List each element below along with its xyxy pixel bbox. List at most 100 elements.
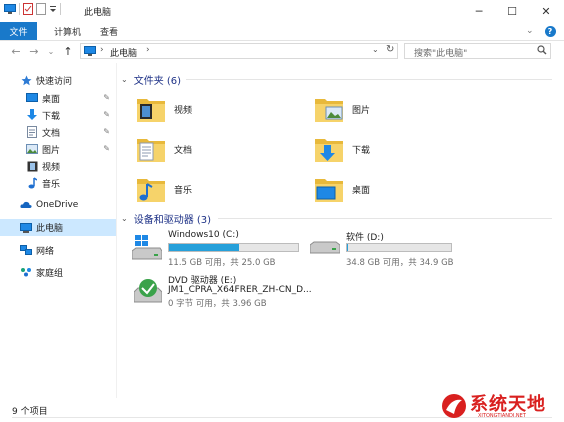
computer-icon xyxy=(84,46,96,56)
minimize-button[interactable]: ─ xyxy=(462,0,496,22)
folder-pictures[interactable]: 图片 xyxy=(314,93,464,125)
nav-label: OneDrive xyxy=(36,200,79,210)
folder-label: 图片 xyxy=(352,105,371,116)
nav-label: 文档 xyxy=(42,128,61,139)
star-icon xyxy=(20,74,32,86)
music-icon xyxy=(26,177,38,189)
windows-drive-icon xyxy=(132,235,162,261)
pin-icon[interactable]: ✎ xyxy=(103,144,110,153)
download-icon xyxy=(26,109,38,121)
maximize-button[interactable]: ☐ xyxy=(495,0,529,22)
properties-icon[interactable] xyxy=(23,3,33,15)
collapse-icon[interactable]: ⌄ xyxy=(121,214,128,223)
nav-label: 图片 xyxy=(42,145,61,156)
nav-item-desktop[interactable]: 桌面 ✎ xyxy=(0,90,116,106)
nav-label: 此电脑 xyxy=(36,224,64,234)
folder-downloads[interactable]: 下载 xyxy=(314,133,464,165)
nav-quick-access[interactable]: 快速访问 xyxy=(0,72,116,88)
divider xyxy=(60,3,61,15)
cloud-icon xyxy=(20,199,32,211)
drive-dvd[interactable]: DVD 驱动器 (E:) JM1_CPRA_X64FRER_ZH-CN_D...… xyxy=(130,272,330,312)
folder-videos[interactable]: 视频 xyxy=(136,93,286,125)
tab-file[interactable]: 文件 xyxy=(0,22,37,40)
drive-usage-fill xyxy=(169,244,239,251)
drive-usage-bar xyxy=(346,243,452,252)
tab-computer[interactable]: 计算机 xyxy=(54,22,81,40)
homegroup-icon xyxy=(20,266,32,278)
nav-homegroup[interactable]: 家庭组 xyxy=(0,264,116,280)
new-folder-icon[interactable] xyxy=(36,3,46,15)
nav-label: 视频 xyxy=(42,162,61,173)
document-icon xyxy=(26,126,38,138)
drive-free-space: 34.8 GB 可用，共 34.9 GB xyxy=(346,258,454,268)
forward-button[interactable]: → xyxy=(28,45,40,58)
video-folder-icon xyxy=(136,95,166,123)
pin-icon[interactable]: ✎ xyxy=(103,110,110,119)
recent-locations-button[interactable]: ⌄ xyxy=(45,45,57,57)
tab-view[interactable]: 查看 xyxy=(100,22,118,40)
hard-drive-icon xyxy=(310,241,340,255)
folder-music[interactable]: 音乐 xyxy=(136,173,286,205)
customize-qat-icon[interactable] xyxy=(49,4,57,14)
search-placeholder: 搜索"此电脑" xyxy=(414,49,468,59)
nav-label: 音乐 xyxy=(42,179,61,190)
folder-label: 文档 xyxy=(174,145,193,156)
divider xyxy=(19,3,20,15)
nav-onedrive[interactable]: OneDrive xyxy=(0,197,116,213)
nav-network[interactable]: 网络 xyxy=(0,242,116,258)
collapse-icon[interactable]: ⌄ xyxy=(121,75,128,84)
computer-icon xyxy=(4,4,16,14)
breadcrumb-separator-icon[interactable]: › xyxy=(100,45,104,55)
back-button[interactable]: ← xyxy=(10,45,22,58)
nav-this-pc[interactable]: 此电脑 xyxy=(0,219,116,236)
desktop-folder-icon xyxy=(314,175,344,203)
ribbon xyxy=(0,22,564,41)
close-button[interactable]: ✕ xyxy=(529,0,563,22)
drive-free-space: 0 字节 可用，共 3.96 GB xyxy=(168,299,267,309)
pin-icon[interactable]: ✎ xyxy=(103,127,110,136)
expand-ribbon-icon[interactable]: ⌄ xyxy=(526,22,534,40)
drive-c[interactable]: Windows10 (C:) 11.5 GB 可用，共 25.0 GB xyxy=(130,229,306,271)
nav-item-pictures[interactable]: 图片 ✎ xyxy=(0,141,116,157)
nav-label: 桌面 xyxy=(42,94,61,105)
up-button[interactable]: ↑ xyxy=(62,45,74,58)
nav-label: 家庭组 xyxy=(36,268,64,279)
nav-item-music[interactable]: 音乐 xyxy=(0,175,116,191)
search-icon[interactable] xyxy=(537,45,547,55)
drive-d[interactable]: 软件 (D:) 34.8 GB 可用，共 34.9 GB xyxy=(308,229,468,271)
nav-label: 下载 xyxy=(42,111,61,122)
group-title: 设备和驱动器 (3) xyxy=(133,215,212,226)
refresh-icon[interactable]: ↻ xyxy=(386,44,394,55)
nav-item-videos[interactable]: 视频 xyxy=(0,158,116,174)
drive-volume-label: JM1_CPRA_X64FRER_ZH-CN_D... xyxy=(168,285,312,295)
pictures-folder-icon xyxy=(314,95,344,123)
folder-label: 视频 xyxy=(174,105,193,116)
window-title: 此电脑 xyxy=(84,8,112,18)
group-divider xyxy=(186,79,552,80)
nav-label: 快速访问 xyxy=(36,76,73,87)
breadcrumb-separator-icon[interactable]: › xyxy=(146,45,150,55)
group-header-devices[interactable]: ⌄ 设备和驱动器 (3) xyxy=(121,211,211,226)
drive-name: Windows10 (C:) xyxy=(168,230,239,240)
dvd-drive-icon xyxy=(134,278,162,304)
nav-item-downloads[interactable]: 下载 ✎ xyxy=(0,107,116,123)
address-history-icon[interactable]: ⌄ xyxy=(372,45,379,54)
pictures-icon xyxy=(26,143,38,155)
breadcrumb-this-pc[interactable]: 此电脑 xyxy=(110,46,137,59)
pane-divider[interactable] xyxy=(116,63,117,398)
folder-desktop[interactable]: 桌面 xyxy=(314,173,464,205)
folder-label: 下载 xyxy=(352,145,371,156)
help-icon[interactable]: ? xyxy=(544,25,556,37)
folder-documents[interactable]: 文档 xyxy=(136,133,286,165)
watermark-url: XITONGTIANDI.NET xyxy=(478,413,526,419)
drive-name: 软件 (D:) xyxy=(346,233,384,243)
quick-access-toolbar xyxy=(4,3,61,15)
nav-item-documents[interactable]: 文档 ✎ xyxy=(0,124,116,140)
computer-icon xyxy=(20,222,32,234)
group-header-folders[interactable]: ⌄ 文件夹 (6) xyxy=(121,72,181,87)
watermark-logo: 系统天地 XITONGTIANDI.NET xyxy=(440,390,562,420)
nav-label: 网络 xyxy=(36,246,55,257)
documents-folder-icon xyxy=(136,135,166,163)
network-icon xyxy=(20,244,32,256)
pin-icon[interactable]: ✎ xyxy=(103,93,110,102)
